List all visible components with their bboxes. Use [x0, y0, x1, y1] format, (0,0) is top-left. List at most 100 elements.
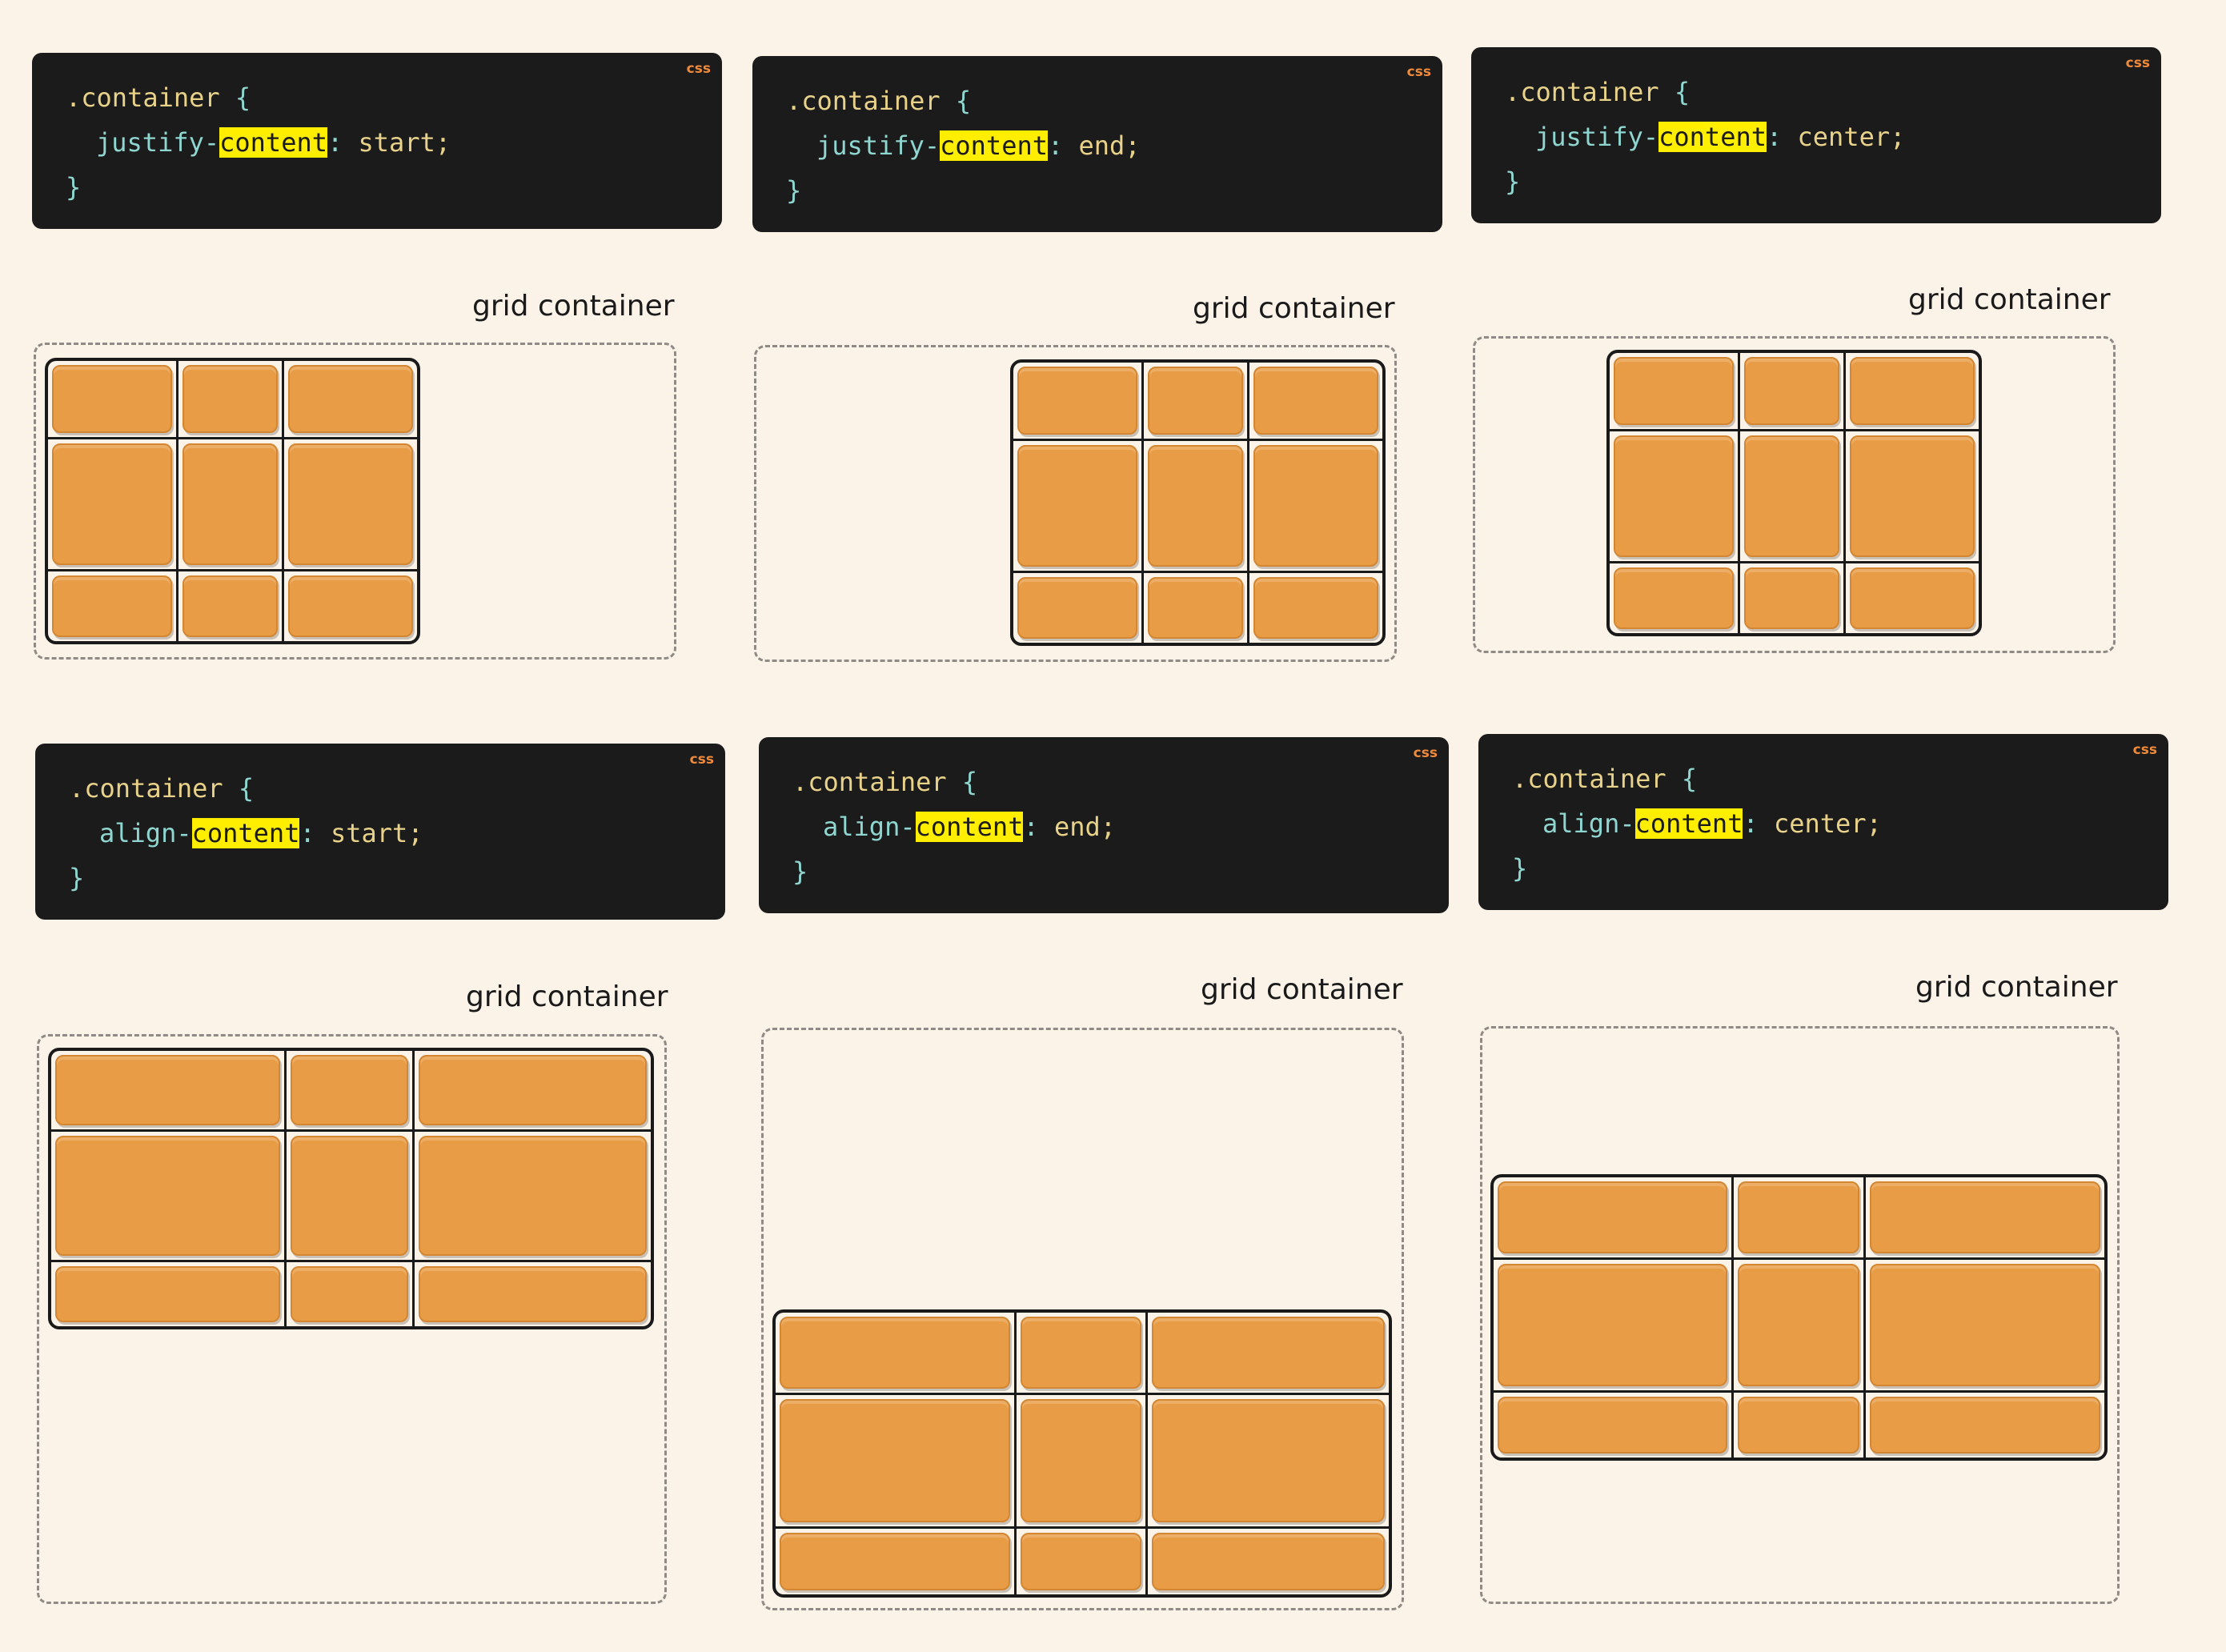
grid-cell	[415, 1262, 651, 1326]
close-brace: }	[786, 175, 802, 206]
grid-tracks	[45, 358, 420, 644]
grid-item	[52, 575, 172, 637]
grid-item	[288, 575, 413, 637]
grid-cell	[1494, 1393, 1731, 1458]
grid-cell	[1249, 441, 1382, 571]
code-block: css .container { align-content: start; }	[35, 744, 725, 920]
separator: :	[327, 127, 359, 158]
grid-cell	[178, 571, 282, 641]
grid-item	[1152, 1533, 1385, 1590]
grid-cell	[1846, 563, 1979, 633]
grid-item	[1850, 567, 1975, 629]
grid-cell	[178, 439, 282, 569]
grid-item	[1870, 1181, 2100, 1253]
open-brace: {	[961, 767, 978, 797]
grid-item	[1017, 445, 1137, 567]
grid-cell	[1610, 563, 1738, 633]
grid-cell	[1494, 1177, 1731, 1257]
grid-item	[1021, 1317, 1141, 1389]
grid-cell	[48, 439, 176, 569]
grid-cell	[51, 1262, 284, 1326]
grid-cell	[1740, 353, 1843, 429]
grid-item	[419, 1055, 647, 1125]
grid-item	[52, 365, 172, 433]
grid-cell	[287, 1132, 412, 1260]
grid-cell	[776, 1529, 1014, 1594]
grid-item	[55, 1136, 280, 1256]
code-block: css .container { align-content: center; …	[1478, 734, 2168, 910]
grid-item	[1744, 567, 1839, 629]
grid-item	[1152, 1317, 1385, 1389]
grid-item	[1850, 357, 1975, 425]
grid-item	[1850, 435, 1975, 557]
grid-cell	[776, 1313, 1014, 1393]
grid-cell	[1144, 573, 1247, 643]
code-block: css .container { align-content: end; }	[759, 737, 1449, 913]
property-prefix: justify-	[1535, 122, 1659, 152]
separator: :	[1047, 130, 1079, 161]
grid-cell	[1017, 1529, 1145, 1594]
grid-item	[1148, 367, 1243, 435]
open-brace: {	[1681, 764, 1698, 794]
grid-cell	[178, 361, 282, 437]
grid-item	[1148, 445, 1243, 567]
grid-tracks	[772, 1309, 1392, 1598]
grid-item	[1738, 1264, 1859, 1386]
grid-item	[1870, 1264, 2100, 1386]
grid-item	[55, 1055, 280, 1125]
css-badge: css	[1406, 64, 1431, 80]
grid-item	[780, 1399, 1010, 1522]
grid-item	[1152, 1399, 1385, 1522]
separator: :	[299, 818, 331, 848]
selector: .container	[1512, 764, 1666, 794]
grid-item	[1253, 577, 1378, 639]
grid-cell	[284, 571, 417, 641]
grid-cell	[415, 1132, 651, 1260]
grid-cell	[1734, 1177, 1863, 1257]
grid-cell	[1610, 353, 1738, 429]
grid-item	[182, 575, 278, 637]
grid-cell	[415, 1051, 651, 1129]
selector: .container	[1505, 77, 1659, 107]
css-badge: css	[2125, 55, 2150, 71]
grid-item	[1614, 357, 1734, 425]
selector: .container	[786, 86, 941, 116]
open-brace: {	[1674, 77, 1691, 107]
code-block: css .container { justify-content: start;…	[32, 53, 722, 229]
grid-container-label: grid container	[1193, 292, 1395, 325]
grid-item	[288, 365, 413, 433]
grid-cell	[1148, 1313, 1389, 1393]
grid-item	[780, 1533, 1010, 1590]
property-prefix: align-	[1542, 808, 1635, 839]
separator: :	[1023, 812, 1054, 842]
grid-cell	[1846, 353, 1979, 429]
grid-item	[419, 1266, 647, 1322]
grid-cell	[1866, 1177, 2104, 1257]
grid-cell	[1148, 1395, 1389, 1526]
grid-cell	[51, 1051, 284, 1129]
grid-item	[780, 1317, 1010, 1389]
separator: :	[1766, 122, 1798, 152]
property-value: end;	[1078, 130, 1141, 161]
selector: .container	[792, 767, 947, 797]
property-highlight: content	[191, 818, 300, 848]
grid-item	[1870, 1397, 2100, 1454]
close-brace: }	[1512, 853, 1528, 884]
grid-cell	[1013, 573, 1141, 643]
grid-tracks	[1490, 1174, 2108, 1461]
grid-container-label: grid container	[466, 980, 668, 1013]
grid-cell	[1740, 563, 1843, 633]
grid-cell	[776, 1395, 1014, 1526]
grid-item	[1017, 577, 1137, 639]
grid-item	[182, 365, 278, 433]
grid-item	[291, 1136, 408, 1256]
grid-item	[1498, 1264, 1727, 1386]
open-brace: {	[235, 82, 251, 113]
close-brace: }	[1505, 166, 1521, 197]
grid-item	[1253, 367, 1378, 435]
close-brace: }	[792, 856, 808, 887]
css-badge: css	[2132, 742, 2157, 758]
grid-cell	[1866, 1260, 2104, 1390]
grid-item	[1744, 357, 1839, 425]
property-value: end;	[1053, 812, 1117, 842]
